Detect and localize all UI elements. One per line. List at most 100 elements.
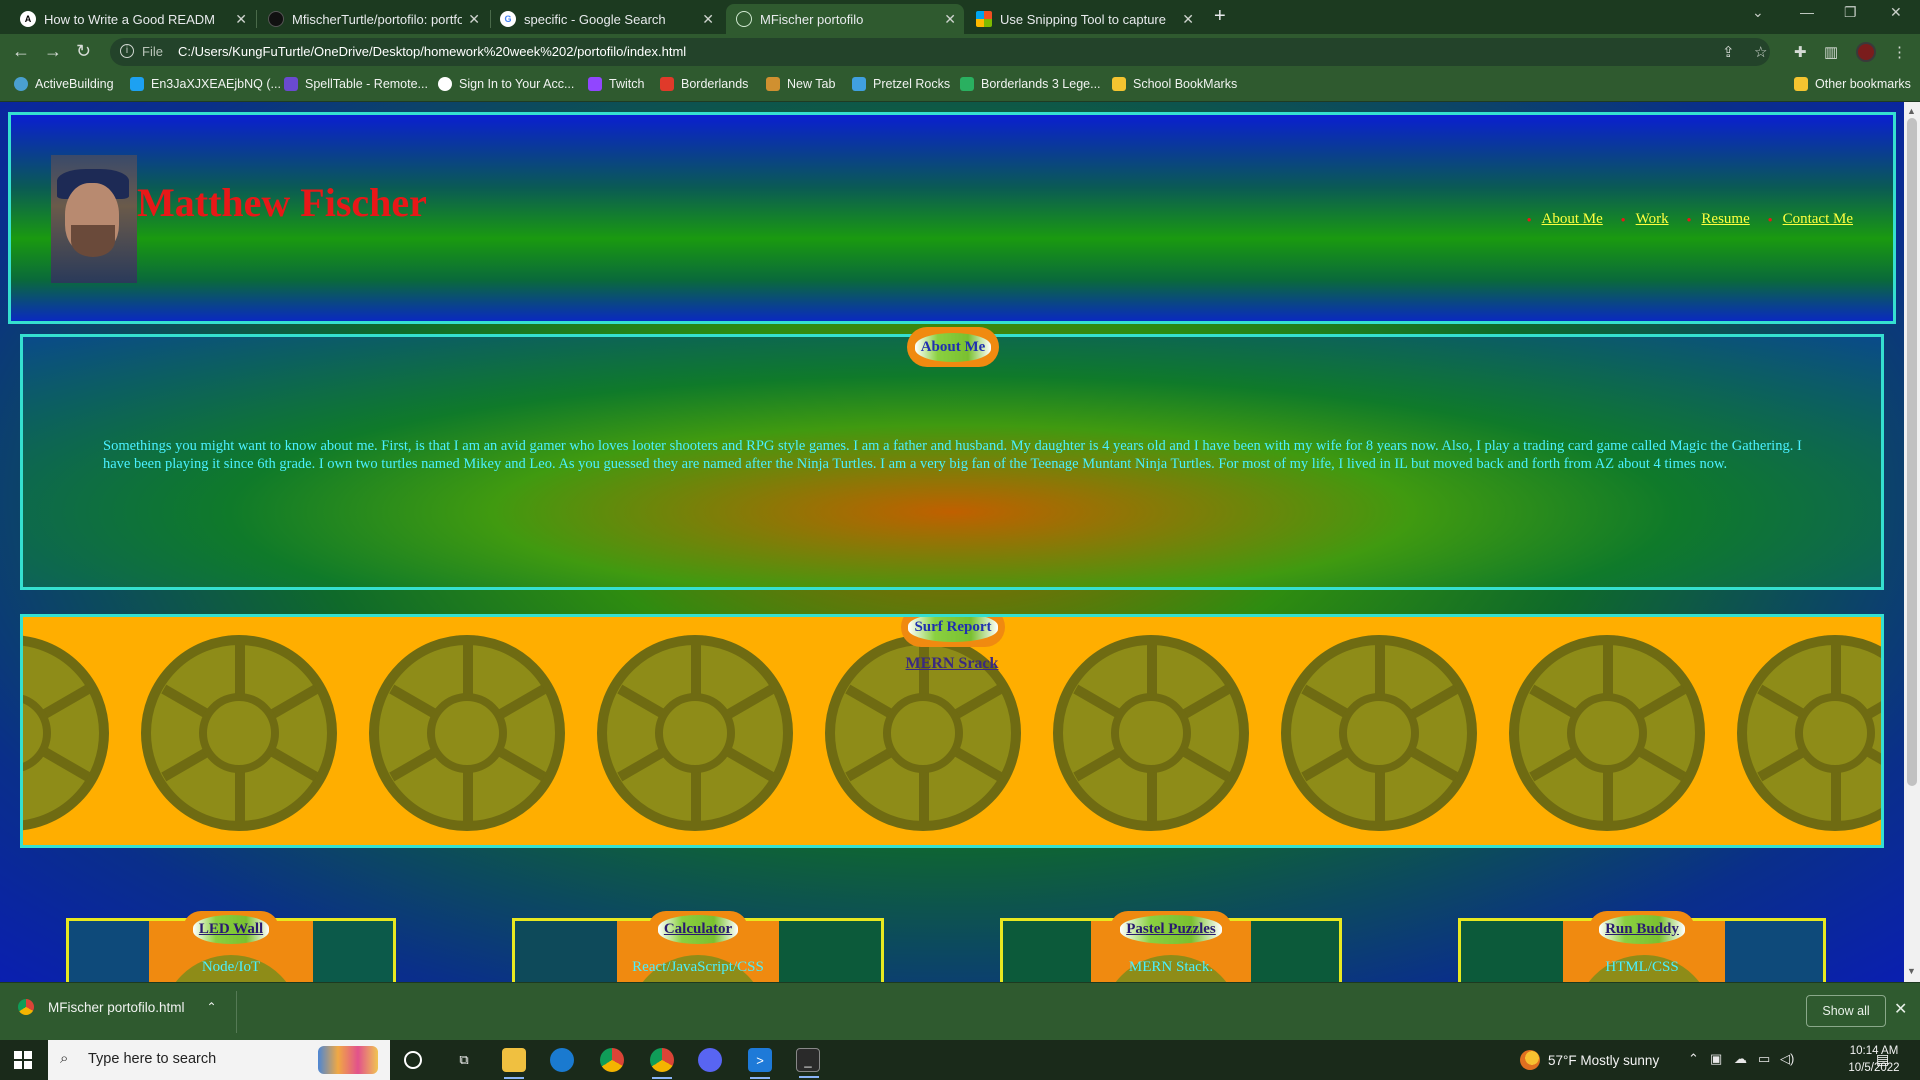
close-icon[interactable]: ✕: [1894, 999, 1907, 1019]
tab-search-icon[interactable]: ⌄: [1752, 4, 1764, 21]
project-card-run-buddy[interactable]: Run Buddy HTML/CSS: [1458, 911, 1826, 982]
system-clock[interactable]: 10:14 AM 10/5/2022: [1844, 1043, 1904, 1077]
about-section: About Me Somethings you might want to kn…: [20, 327, 1884, 590]
notifications-icon[interactable]: ▤: [1876, 1051, 1889, 1068]
bookmark-item[interactable]: En3JaXJXEAEjbNQ (...: [130, 77, 281, 91]
project-title[interactable]: Run Buddy: [1599, 914, 1685, 944]
terminal-icon[interactable]: _: [796, 1048, 820, 1078]
menu-icon[interactable]: ⋮: [1892, 43, 1907, 61]
close-icon[interactable]: ✕: [944, 11, 956, 28]
tab-title: specific - Google Search: [524, 11, 666, 27]
folder-icon: [1794, 77, 1808, 91]
task-view-icon[interactable]: ⧉: [452, 1048, 476, 1072]
nav-item-about: ● About Me: [1526, 211, 1603, 228]
tab-github[interactable]: MfischerTurtle/portofilo: portfolio ✕: [258, 4, 488, 34]
new-tab-button[interactable]: +: [1214, 5, 1226, 28]
tab-strip: A How to Write a Good README F ✕ Mfische…: [0, 0, 1920, 34]
scroll-down-icon[interactable]: ▼: [1907, 966, 1916, 976]
bookmark-item[interactable]: Borderlands: [660, 77, 748, 91]
cortana-icon[interactable]: [404, 1051, 422, 1069]
weather-widget[interactable]: 57°F Mostly sunny: [1520, 1040, 1659, 1080]
close-icon[interactable]: ✕: [1182, 11, 1194, 28]
chrome-profile-icon[interactable]: [650, 1048, 674, 1079]
side-panel-icon[interactable]: ▥: [1824, 43, 1838, 61]
close-icon[interactable]: ✕: [702, 11, 714, 28]
close-icon[interactable]: ✕: [235, 11, 247, 28]
project-title[interactable]: Pastel Puzzles: [1120, 914, 1222, 944]
close-window-icon[interactable]: ✕: [1890, 4, 1902, 21]
bookmark-star-icon[interactable]: ☆: [1754, 43, 1767, 61]
vscode-icon[interactable]: >: [748, 1048, 772, 1079]
download-item[interactable]: MFischer portofilo.html ⌃: [18, 999, 217, 1015]
restore-icon[interactable]: ❐: [1844, 4, 1857, 21]
show-all-button[interactable]: Show all: [1806, 995, 1886, 1027]
taskbar-search[interactable]: ⌕ Type here to search: [48, 1040, 390, 1080]
bookmark-item[interactable]: Borderlands 3 Lege...: [960, 77, 1101, 91]
bookmark-label: En3JaXJXEAEjbNQ (...: [151, 77, 281, 91]
project-title-badge: Calculator: [647, 911, 749, 947]
bookmark-item[interactable]: Pretzel Rocks: [852, 77, 950, 91]
project-title[interactable]: Calculator: [657, 914, 739, 944]
url-text[interactable]: C:/Users/KungFuTurtle/OneDrive/Desktop/h…: [178, 44, 686, 59]
edge-icon[interactable]: [550, 1048, 574, 1072]
globe-icon: [736, 11, 752, 27]
surf-report-section[interactable]: Surf Report MERN Srack: [20, 614, 1884, 848]
avatar: [51, 155, 137, 283]
volume-icon[interactable]: ◁): [1780, 1051, 1794, 1067]
discord-icon[interactable]: [698, 1048, 722, 1072]
nav-item-resume: ● Resume: [1686, 211, 1750, 228]
reload-icon[interactable]: ↻: [76, 41, 91, 62]
bookmark-item[interactable]: ActiveBuilding: [14, 77, 114, 91]
tab-title: How to Write a Good README F: [44, 11, 214, 27]
chevron-up-icon[interactable]: ⌃: [207, 1000, 217, 1014]
file-explorer-icon[interactable]: [502, 1048, 526, 1079]
address-bar[interactable]: i File C:/Users/KungFuTurtle/OneDrive/De…: [110, 38, 1770, 66]
bookmark-label: School BookMarks: [1133, 77, 1238, 91]
nav-link-work[interactable]: Work: [1636, 211, 1669, 228]
tab-snipping[interactable]: Use Snipping Tool to capture scre ✕: [966, 4, 1202, 34]
project-card-led-wall[interactable]: LED Wall Node/IoT: [66, 911, 396, 982]
download-shelf: MFischer portofilo.html ⌃ Show all ✕: [0, 982, 1920, 1040]
back-icon[interactable]: ←: [12, 41, 30, 62]
bookmarks-bar: ActiveBuilding En3JaXJXEAEjbNQ (... Spel…: [0, 70, 1920, 102]
profile-avatar[interactable]: [1856, 42, 1876, 62]
info-icon[interactable]: i: [120, 44, 134, 58]
site-nav: ● About Me ● Work ● Resume ● Contact Me: [1527, 211, 1853, 228]
scrollbar-thumb[interactable]: [1907, 118, 1917, 786]
twitch-icon: [588, 77, 602, 91]
project-title-badge: Run Buddy: [1589, 911, 1695, 947]
nav-link-resume[interactable]: Resume: [1701, 211, 1749, 228]
onedrive-icon[interactable]: ☁: [1734, 1051, 1747, 1067]
project-card-pastel-puzzles[interactable]: Pastel Puzzles MERN Stack.: [1000, 911, 1342, 982]
bookmark-item[interactable]: Sign In to Your Acc...: [438, 77, 574, 91]
windows-start-icon[interactable]: [14, 1051, 32, 1069]
bookmark-item[interactable]: Twitch: [588, 77, 644, 91]
bookmark-item[interactable]: SpellTable - Remote...: [284, 77, 428, 91]
tab-readme[interactable]: A How to Write a Good README F ✕: [10, 4, 255, 34]
tab-portfolio[interactable]: MFischer portofilo ✕: [726, 4, 964, 34]
project-card-calculator[interactable]: Calculator React/JavaScript/CSS: [512, 911, 884, 982]
minimize-icon[interactable]: —: [1800, 4, 1814, 20]
extensions-icon[interactable]: ✚: [1794, 43, 1807, 61]
share-icon[interactable]: ⇪: [1722, 43, 1735, 61]
chevron-up-icon[interactable]: ⌃: [1688, 1051, 1699, 1067]
chrome-icon[interactable]: [600, 1048, 624, 1072]
surf-heading: Surf Report: [908, 617, 998, 642]
surf-project-link[interactable]: MERN Srack: [23, 655, 1881, 673]
browser-toolbar: ← → ↻ i File C:/Users/KungFuTurtle/OneDr…: [0, 34, 1920, 70]
bookmark-folder[interactable]: School BookMarks: [1112, 77, 1237, 91]
project-title[interactable]: LED Wall: [192, 914, 270, 944]
forward-icon[interactable]: →: [44, 41, 62, 62]
scroll-up-icon[interactable]: ▲: [1907, 106, 1916, 116]
other-bookmarks-folder[interactable]: Other bookmarks: [1794, 77, 1911, 91]
tab-google[interactable]: G specific - Google Search ✕: [490, 4, 722, 34]
bookmark-item[interactable]: New Tab: [766, 77, 835, 91]
meet-now-icon[interactable]: ▣: [1710, 1051, 1722, 1067]
network-icon[interactable]: ▭: [1758, 1051, 1770, 1067]
nav-link-about[interactable]: About Me: [1542, 211, 1603, 228]
nav-link-contact[interactable]: Contact Me: [1783, 211, 1853, 228]
bookmark-label: Borderlands 3 Lege...: [981, 77, 1101, 91]
close-icon[interactable]: ✕: [468, 11, 480, 28]
search-icon: ⌕: [60, 1050, 69, 1067]
about-heading-badge: About Me: [907, 327, 999, 367]
